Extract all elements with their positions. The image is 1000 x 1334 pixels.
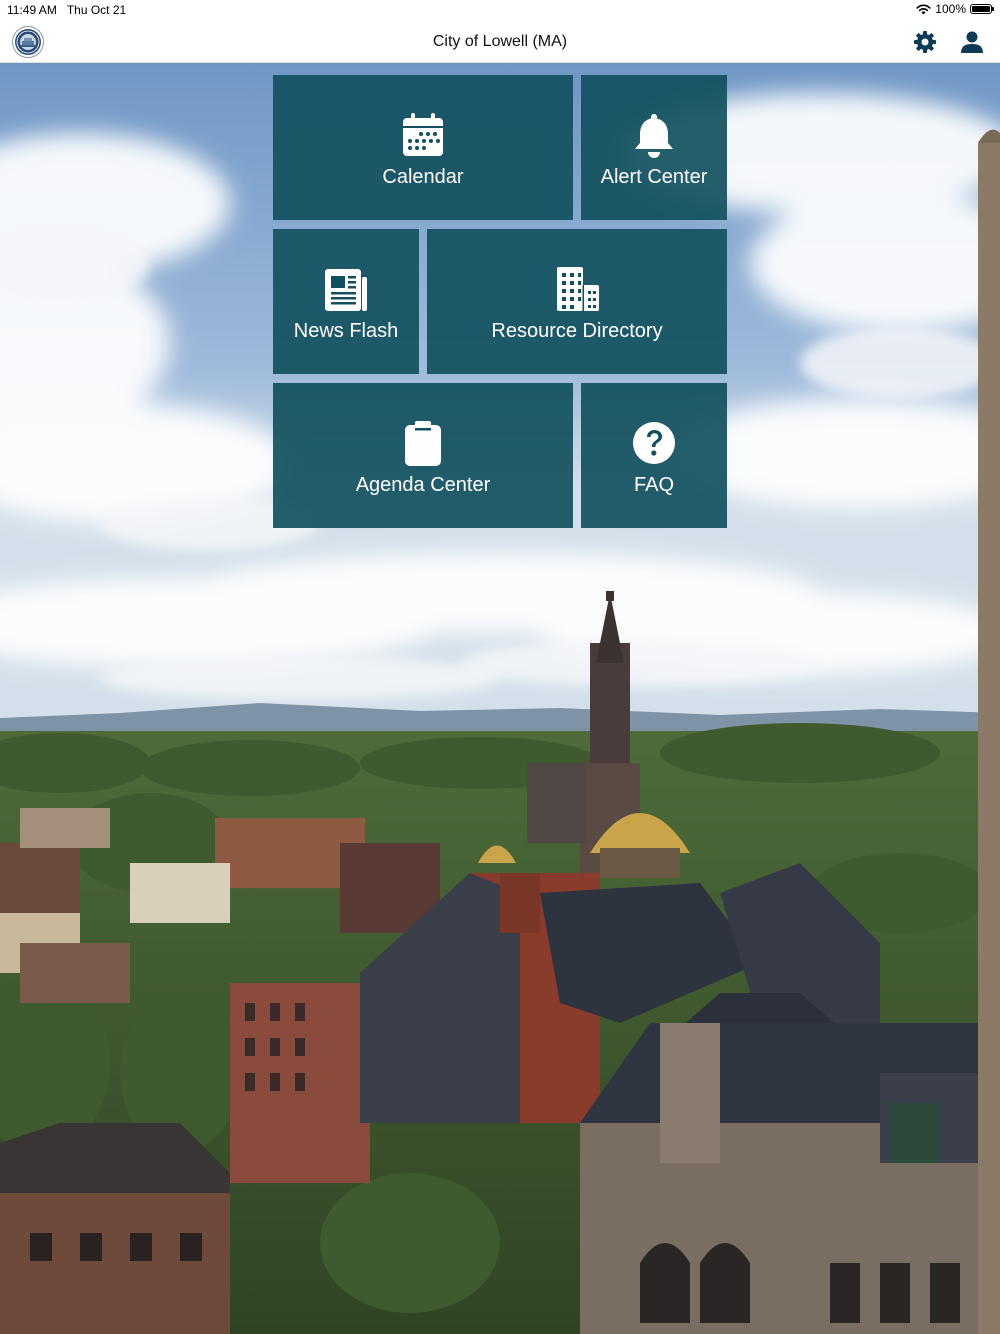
- gear-icon[interactable]: [912, 29, 938, 55]
- nav-bar: City of Lowell (MA): [0, 20, 1000, 63]
- resource-directory-tile-label: Resource Directory: [491, 320, 663, 342]
- alert-center-tile[interactable]: Alert Center: [581, 75, 727, 220]
- wifi-icon: [916, 4, 931, 14]
- faq-tile[interactable]: FAQ: [581, 383, 727, 528]
- calendar-tile-label: Calendar: [382, 166, 464, 188]
- battery-cap: [992, 7, 994, 11]
- buildings-icon: [557, 267, 599, 311]
- battery-icon: [970, 4, 994, 14]
- city-seal-logo[interactable]: [12, 26, 44, 58]
- bell-icon: [635, 114, 673, 158]
- battery-fill: [972, 6, 990, 12]
- status-right: 100%: [916, 2, 994, 16]
- battery-percent: 100%: [935, 2, 966, 16]
- calendar-icon: [403, 113, 443, 156]
- agenda-center-tile-label: Agenda Center: [355, 474, 491, 496]
- status-bar: 11:49 AM Thu Oct 21 100%: [0, 0, 1000, 20]
- news-flash-tile-label: News Flash: [293, 320, 399, 342]
- agenda-center-tile[interactable]: Agenda Center: [273, 383, 573, 528]
- status-left: 11:49 AM Thu Oct 21: [7, 3, 126, 17]
- question-circle-icon: [633, 422, 675, 464]
- faq-tile-label: FAQ: [633, 474, 674, 496]
- status-date: Thu Oct 21: [66, 3, 127, 17]
- calendar-tile[interactable]: Calendar: [273, 75, 573, 220]
- app-root: 11:49 AM Thu Oct 21 100% City of Lowell …: [0, 0, 1000, 1334]
- alert-center-tile-label: Alert Center: [600, 166, 708, 188]
- person-icon[interactable]: [959, 29, 985, 55]
- status-time: 11:49 AM: [7, 3, 57, 17]
- newspaper-icon: [325, 269, 367, 311]
- page-title: City of Lowell (MA): [432, 33, 568, 50]
- clipboard-icon: [405, 421, 441, 466]
- resource-directory-tile[interactable]: Resource Directory: [427, 229, 727, 374]
- news-flash-tile[interactable]: News Flash: [273, 229, 419, 374]
